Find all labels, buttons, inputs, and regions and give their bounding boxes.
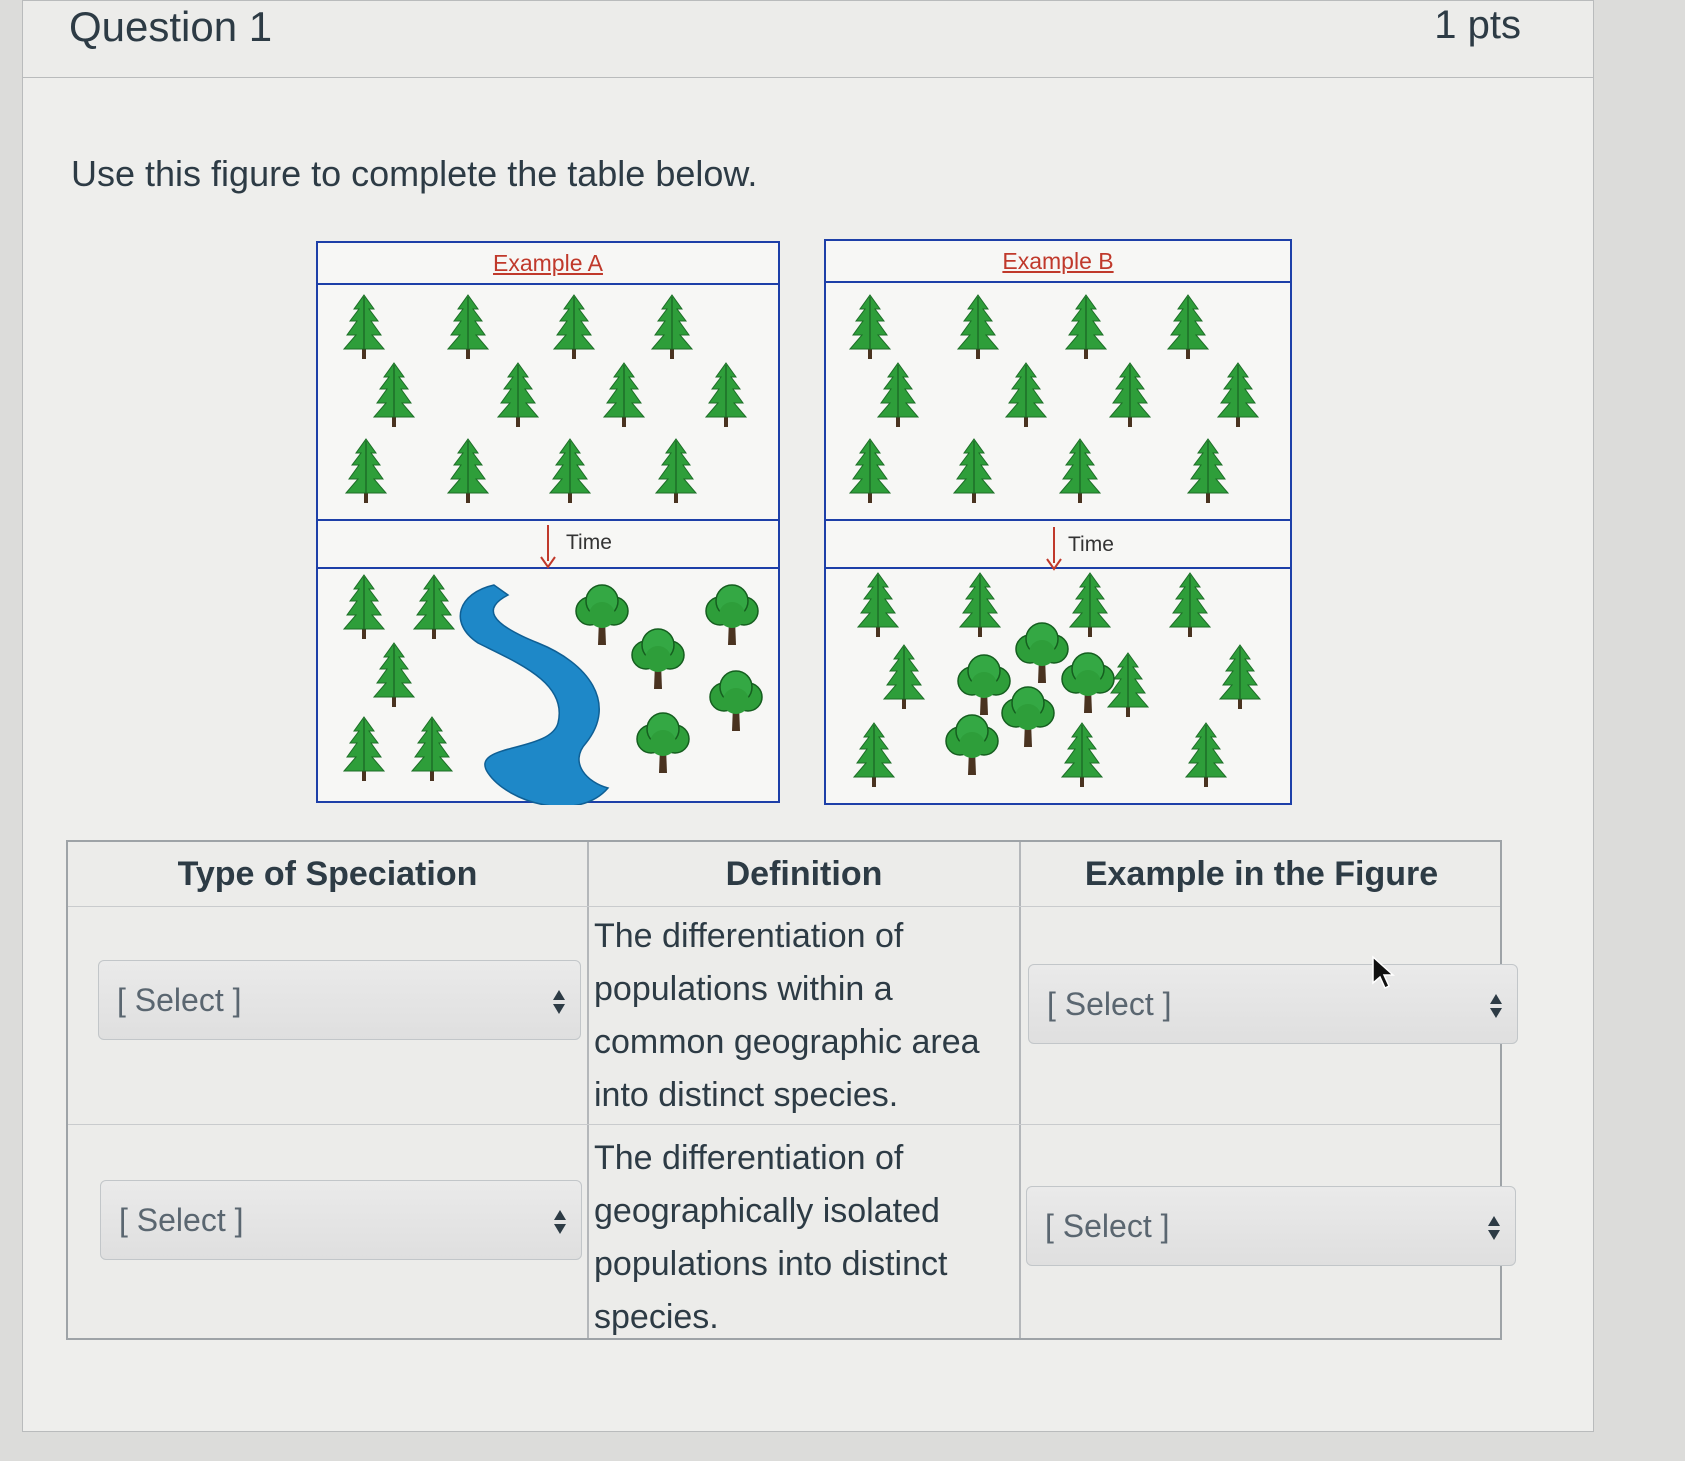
pine-tree-icon: [548, 438, 592, 503]
pine-tree-icon: [446, 438, 490, 503]
deciduous-tree-icon: [709, 670, 763, 731]
deciduous-tree-icon: [1061, 652, 1115, 713]
example-b-drawing: [848, 294, 1262, 787]
pine-tree-icon: [1216, 362, 1260, 427]
header-divider: [68, 906, 1500, 907]
pine-tree-icon: [650, 294, 694, 359]
column-divider: [587, 842, 589, 1338]
pine-tree-icon: [1064, 294, 1108, 359]
example-a-drawing: [342, 294, 763, 805]
example-select-row-2[interactable]: [ Select ]: [1026, 1186, 1516, 1266]
pine-tree-icon: [552, 294, 596, 359]
pine-tree-icon: [446, 294, 490, 359]
question-header: Question 1 1 pts: [23, 1, 1593, 78]
pine-tree-icon: [412, 574, 456, 639]
pine-tree-icon: [1058, 438, 1102, 503]
pine-tree-icon: [704, 362, 748, 427]
example-select-row-2-value: [ Select ]: [1045, 1208, 1170, 1244]
type-select-row-1[interactable]: [ Select ]: [98, 960, 581, 1040]
question-title: Question 1: [69, 3, 273, 50]
pine-tree-icon: [956, 294, 1000, 359]
pine-tree-icon: [856, 572, 900, 637]
deciduous-tree-icon: [945, 714, 999, 775]
row-divider: [68, 1124, 1500, 1125]
mouse-cursor-icon: [1372, 955, 1395, 990]
deciduous-tree-icon: [705, 584, 759, 645]
pine-tree-icon: [1186, 438, 1230, 503]
select-arrows-icon: [1490, 994, 1502, 1018]
definition-row-1: The differentiation of populations withi…: [594, 917, 980, 1114]
pine-tree-icon: [1184, 722, 1228, 787]
pine-tree-icon: [410, 716, 454, 781]
example-a-figure: Example A Time: [316, 241, 780, 805]
deciduous-tree-icon: [575, 584, 629, 645]
example-select-row-1-value: [ Select ]: [1047, 986, 1172, 1022]
pine-tree-icon: [602, 362, 646, 427]
question-prompt: Use this figure to complete the table be…: [71, 153, 758, 194]
pine-tree-icon: [372, 362, 416, 427]
pine-tree-icon: [342, 574, 386, 639]
type-select-row-2-value: [ Select ]: [119, 1202, 244, 1238]
pine-tree-icon: [876, 362, 920, 427]
deciduous-tree-icon: [636, 712, 690, 773]
pine-tree-icon: [1108, 362, 1152, 427]
pine-tree-icon: [882, 644, 926, 709]
select-arrows-icon: [1488, 1216, 1500, 1240]
pine-tree-icon: [372, 642, 416, 707]
down-arrow-icon: [540, 525, 556, 569]
speciation-table: Type of Speciation Definition Example in…: [66, 840, 1518, 1340]
example-select-row-1[interactable]: [ Select ]: [1028, 964, 1518, 1044]
pine-tree-icon: [654, 438, 698, 503]
select-arrows-icon: [554, 1210, 566, 1234]
pine-tree-icon: [342, 294, 386, 359]
pine-tree-icon: [958, 572, 1002, 637]
pine-tree-icon: [1106, 652, 1150, 717]
header-example-in-figure: Example in the Figure: [1084, 855, 1439, 893]
definition-row-2: The differentiation of geographically is…: [594, 1139, 948, 1336]
pine-tree-icon: [848, 438, 892, 503]
deciduous-tree-icon: [1001, 686, 1055, 747]
pine-tree-icon: [1060, 722, 1104, 787]
pine-tree-icon: [496, 362, 540, 427]
header-type-of-speciation: Type of Speciation: [177, 855, 478, 893]
pine-tree-icon: [1218, 644, 1262, 709]
pine-tree-icon: [952, 438, 996, 503]
pine-tree-icon: [1166, 294, 1210, 359]
deciduous-tree-icon: [1015, 622, 1069, 683]
pine-tree-icon: [852, 722, 896, 787]
down-arrow-icon: [1046, 527, 1062, 571]
deciduous-tree-icon: [957, 654, 1011, 715]
pine-tree-icon: [1068, 572, 1112, 637]
pine-tree-icon: [344, 438, 388, 503]
header-definition: Definition: [725, 855, 883, 893]
type-select-row-2[interactable]: [ Select ]: [100, 1180, 582, 1260]
pine-tree-icon: [342, 716, 386, 781]
pine-tree-icon: [848, 294, 892, 359]
column-divider: [1019, 842, 1021, 1338]
deciduous-tree-icon: [631, 628, 685, 689]
example-b-figure: Example B Time: [824, 239, 1292, 805]
question-points: 1 pts: [1434, 3, 1521, 47]
type-select-row-1-value: [ Select ]: [117, 982, 242, 1018]
select-arrows-icon: [553, 990, 565, 1014]
pine-tree-icon: [1004, 362, 1048, 427]
pine-tree-icon: [1168, 572, 1212, 637]
